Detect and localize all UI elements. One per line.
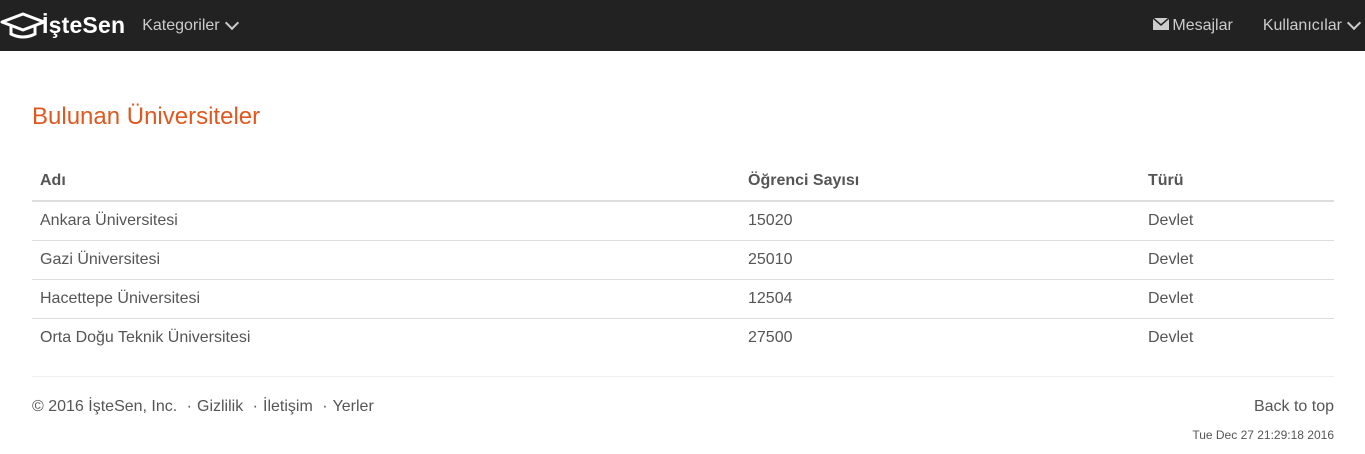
universities-table: Adı Öğrenci Sayısı Türü Ankara Üniversit… <box>32 161 1334 357</box>
cell-student-count: 15020 <box>740 201 1140 241</box>
categories-label: Kategoriler <box>142 16 220 34</box>
cell-type: Devlet <box>1140 201 1334 241</box>
chevron-down-icon <box>1346 15 1362 31</box>
chevron-down-icon <box>224 15 239 31</box>
brand-logo[interactable]: İşteSen <box>0 0 125 51</box>
footer-separator: · <box>186 398 192 415</box>
cell-name: Gazi Üniversitesi <box>32 240 740 280</box>
table-row[interactable]: Ankara Üniversitesi 15020 Devlet <box>32 201 1334 241</box>
cell-type: Devlet <box>1148 328 1194 346</box>
table-row[interactable]: Orta Doğu Teknik Üniversitesi 27500 Devl… <box>32 318 1334 357</box>
users-dropdown[interactable]: Kullanıcılar <box>1262 0 1362 51</box>
footer-link-contact[interactable]: İletişim <box>263 398 313 415</box>
cell-type: Devlet <box>1140 240 1334 280</box>
cell-type: Devlet <box>1140 279 1334 319</box>
main-content: Bulunan Üniversiteler Adı Öğrenci Sayısı… <box>0 103 1365 442</box>
cell-name: Orta Doğu Teknik Üniversitesi <box>40 328 251 346</box>
page-footer: © 2016 İşteSen, Inc. · Gizlilik · İletişim… <box>32 398 1334 442</box>
footer-separator: · <box>322 398 328 415</box>
footer-separator: · <box>252 398 258 415</box>
render-timestamp: Tue Dec 27 21:29:18 2016 <box>1192 428 1334 442</box>
footer-link-privacy[interactable]: Gizlilik <box>197 398 243 415</box>
users-label: Kullanıcılar <box>1262 16 1342 34</box>
messages-label: Mesajlar <box>1172 16 1233 34</box>
cell-name: Hacettepe Üniversitesi <box>32 279 740 319</box>
cell-student-count: 12504 <box>740 279 1140 319</box>
copyright-text: © 2016 İşteSen, Inc. <box>32 398 178 415</box>
messages-link[interactable]: Mesajlar <box>1153 0 1233 51</box>
graduation-cap-icon <box>0 12 46 38</box>
footer-left: © 2016 İşteSen, Inc. · Gizlilik · İletişim… <box>32 398 374 416</box>
back-to-top-link[interactable]: Back to top <box>1254 398 1334 416</box>
top-navbar: İşteSen Kategoriler Mesajlar Kullanıcıla… <box>0 0 1365 51</box>
cell-name: Ankara Üniversitesi <box>32 201 740 241</box>
table-row[interactable]: Hacettepe Üniversitesi 12504 Devlet <box>32 279 1334 319</box>
envelope-icon <box>1153 17 1170 30</box>
page-title: Bulunan Üniversiteler <box>32 103 261 130</box>
column-header-student-count[interactable]: Öğrenci Sayısı <box>740 161 1140 202</box>
column-header-type[interactable]: Türü <box>1140 161 1334 202</box>
table-header-row: Adı Öğrenci Sayısı Türü <box>32 161 1334 202</box>
table-row[interactable]: Gazi Üniversitesi 25010 Devlet <box>32 240 1334 280</box>
brand-name: İşteSen <box>42 12 126 38</box>
cell-student-count: 25010 <box>740 240 1140 280</box>
footer-divider <box>32 376 1334 377</box>
categories-dropdown[interactable]: Kategoriler <box>142 0 239 51</box>
cell-student-count: 27500 <box>748 328 793 346</box>
column-header-name[interactable]: Adı <box>32 161 740 202</box>
footer-link-places[interactable]: Yerler <box>333 398 374 415</box>
